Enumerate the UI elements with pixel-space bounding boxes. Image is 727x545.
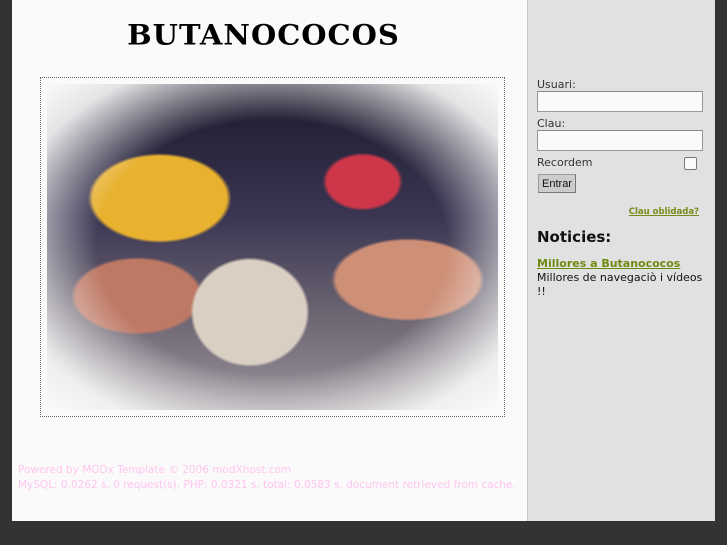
group-photo	[47, 84, 498, 410]
powered-by-text: Powered by MODx Template © 2006 modXhost…	[18, 464, 292, 476]
news-item-link[interactable]: Millores a Butanococos	[537, 257, 680, 270]
username-label: Usuari:	[537, 78, 576, 91]
photo-frame	[40, 77, 505, 417]
username-input[interactable]	[537, 91, 703, 112]
password-label: Clau:	[537, 117, 566, 130]
stats-text: MySQL: 0.0262 s, 0 request(s), PHP: 0.03…	[18, 479, 516, 491]
sidebar: Usuari: Clau: Recordem Entrar Clau oblid…	[528, 0, 715, 521]
login-button[interactable]: Entrar	[538, 174, 576, 193]
news-heading: Noticies:	[537, 228, 612, 246]
password-input[interactable]	[537, 130, 703, 151]
page: BUTANOCOCOS Powered by MODx Template © 2…	[12, 0, 715, 521]
remember-label: Recordem	[537, 156, 593, 169]
main-content: BUTANOCOCOS Powered by MODx Template © 2…	[12, 0, 528, 521]
forgot-password-link[interactable]: Clau oblidada?	[629, 207, 699, 217]
news-item-text: Millores de navegaciò i vídeos !!	[537, 271, 703, 298]
remember-checkbox[interactable]	[684, 157, 697, 170]
site-logo[interactable]: BUTANOCOCOS	[12, 19, 515, 51]
footer: Powered by MODx Template © 2006 modXhost…	[18, 463, 516, 493]
